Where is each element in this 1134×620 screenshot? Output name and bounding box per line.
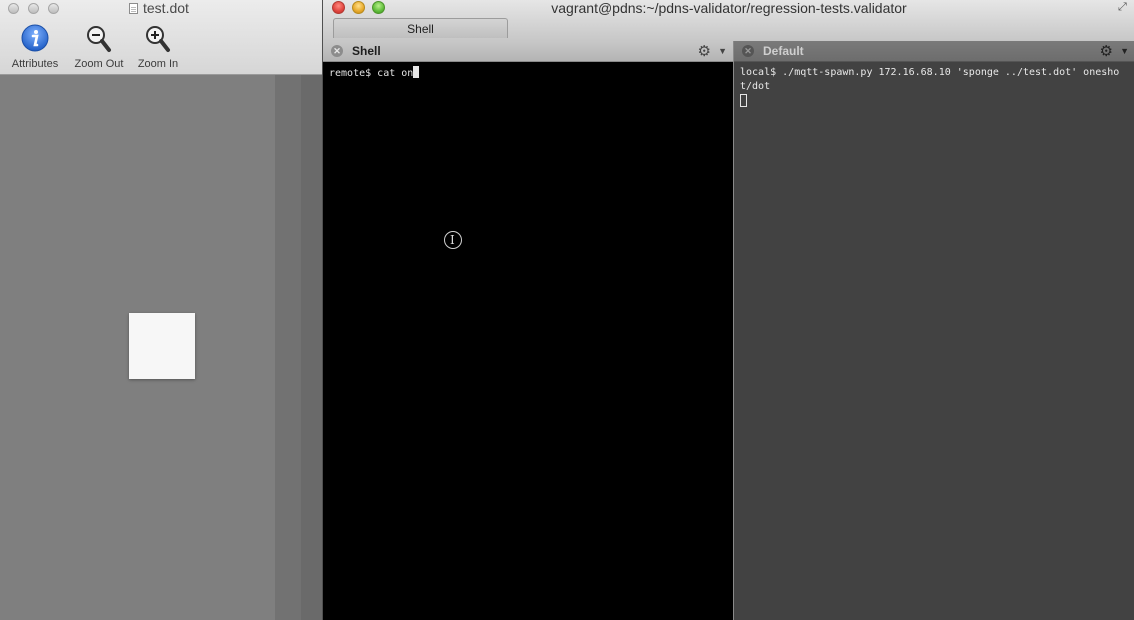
text-cursor	[740, 94, 747, 107]
pane-title: Shell	[352, 44, 381, 58]
viewer-titlebar: test.dot Attributes Zoom Out Zoom In	[0, 0, 322, 75]
viewer-minimize-button[interactable]	[28, 3, 39, 14]
terminal-title: vagrant@pdns:~/pdns-validator/regression…	[551, 0, 907, 16]
chevron-down-icon[interactable]: ▼	[718, 41, 727, 62]
viewer-scrollbar[interactable]	[275, 75, 301, 620]
local-prompt: local$	[740, 67, 783, 78]
zoom-out-label: Zoom Out	[74, 58, 124, 70]
graph-node	[129, 313, 195, 379]
pane-header-shell: ✕ Shell ⚙ ▼	[323, 41, 733, 62]
pane-close-icon[interactable]: ✕	[331, 45, 343, 57]
graph-canvas[interactable]	[0, 75, 275, 620]
graph-viewer-window: test.dot Attributes Zoom Out Zoom In	[0, 0, 322, 620]
viewer-title: test.dot	[129, 0, 189, 16]
fullscreen-icon[interactable]: ⤢	[1118, 2, 1129, 13]
zoom-in-button[interactable]: Zoom In	[134, 24, 182, 70]
zoom-out-button[interactable]: Zoom Out	[70, 24, 128, 70]
attributes-label: Attributes	[11, 58, 59, 70]
terminal-pane-shell[interactable]: remote$ cat on	[323, 62, 733, 620]
terminal-window: vagrant@pdns:~/pdns-validator/regression…	[322, 0, 1134, 620]
gear-icon[interactable]: ⚙	[1100, 41, 1113, 62]
chevron-down-icon[interactable]: ▼	[1120, 41, 1129, 62]
shell-input: cat on	[377, 68, 414, 79]
tab-shell[interactable]: Shell	[333, 18, 508, 38]
local-command: ./mqtt-spawn.py 172.16.68.10 'sponge ../…	[740, 67, 1120, 92]
zoom-in-icon	[146, 26, 170, 52]
zoom-in-label: Zoom In	[137, 58, 179, 70]
pane-close-icon[interactable]: ✕	[742, 45, 754, 57]
viewer-close-button[interactable]	[8, 3, 19, 14]
terminal-titlebar: vagrant@pdns:~/pdns-validator/regression…	[323, 0, 1134, 42]
viewer-edge	[301, 75, 322, 620]
shell-prompt: remote$	[329, 68, 378, 79]
text-cursor	[413, 66, 420, 78]
document-icon	[129, 3, 138, 14]
attributes-button[interactable]: Attributes	[7, 24, 63, 70]
pane-title: Default	[763, 44, 804, 58]
gear-icon[interactable]: ⚙	[698, 41, 711, 62]
terminal-pane-default[interactable]: local$ ./mqtt-spawn.py 172.16.68.10 'spo…	[734, 62, 1134, 620]
zoom-out-icon	[87, 26, 111, 52]
viewer-zoom-button[interactable]	[48, 3, 59, 14]
viewer-title-text: test.dot	[143, 0, 189, 16]
mouse-cursor-icon	[444, 231, 462, 249]
info-icon	[21, 24, 49, 52]
pane-header-default: ✕ Default ⚙ ▼	[734, 41, 1134, 62]
